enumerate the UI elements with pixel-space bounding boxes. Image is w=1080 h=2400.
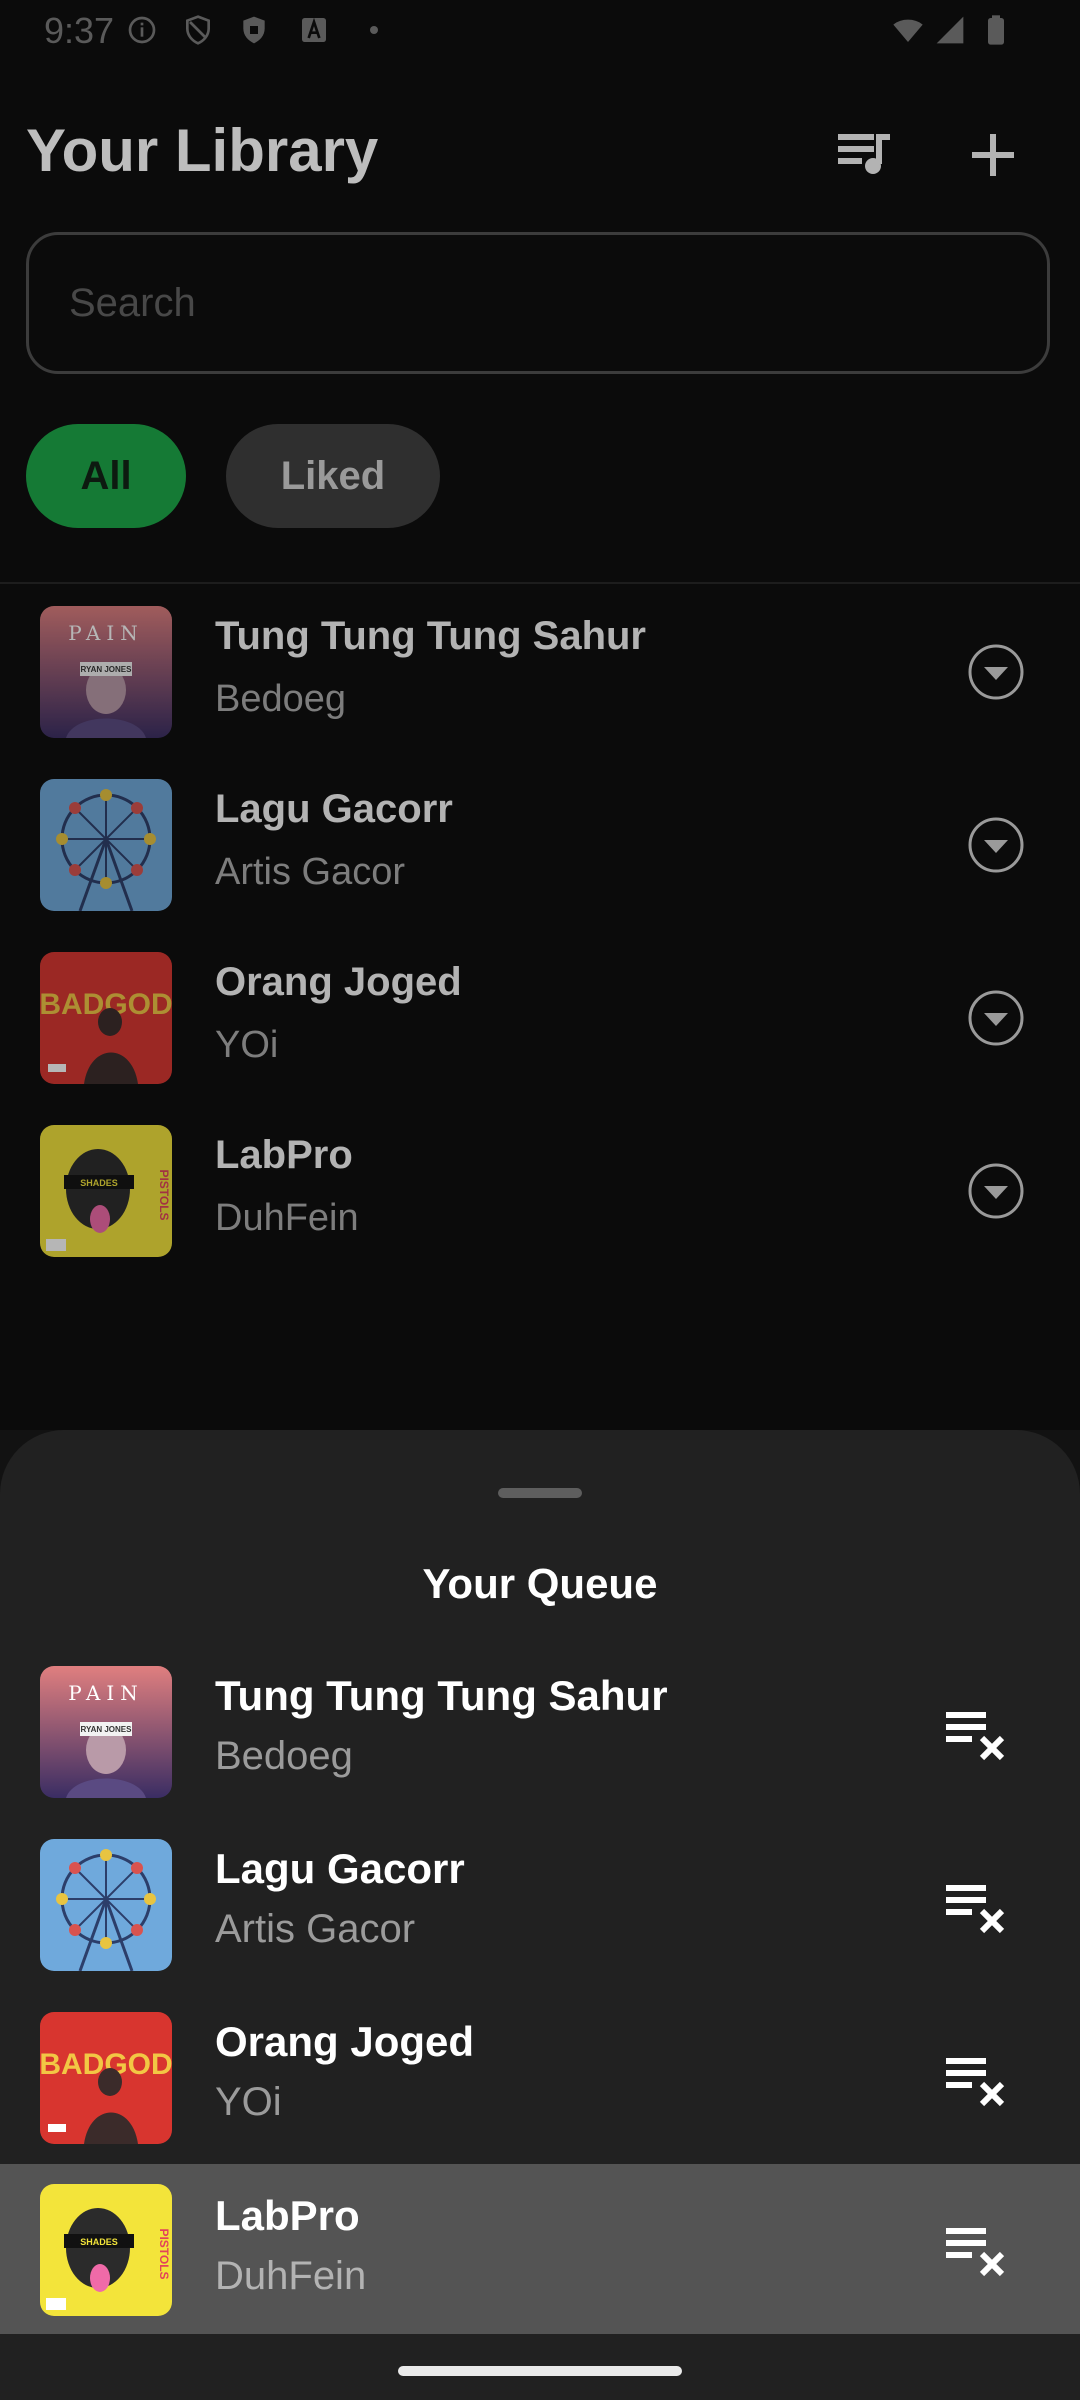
song-artist: Artis Gacor [215, 1907, 416, 1951]
chevron-down-icon[interactable] [966, 988, 1026, 1048]
queue-music-icon[interactable] [832, 122, 898, 188]
svg-text:RYAN JONES: RYAN JONES [81, 665, 133, 674]
svg-text:SHADES: SHADES [80, 1178, 118, 1188]
plus-icon[interactable] [960, 122, 1026, 188]
svg-text:SHADES: SHADES [80, 2237, 118, 2247]
shield-filled-icon [238, 14, 270, 46]
album-art [40, 1839, 172, 1971]
song-artist: Bedoeg [215, 678, 347, 720]
album-art: SHADES PISTOLS [40, 2184, 172, 2316]
info-icon [126, 14, 158, 46]
song-artist: YOi [215, 2080, 282, 2124]
song-artist: DuhFein [215, 1197, 359, 1239]
song-title: Lagu Gacorr [215, 1845, 465, 1892]
page-title: Your Library [26, 117, 379, 184]
library-item[interactable]: SHADES PISTOLS LabPro DuhFein [0, 1101, 1080, 1257]
song-artist: YOi [215, 1024, 279, 1066]
song-title: Orang Joged [215, 960, 462, 1004]
album-art [40, 779, 172, 911]
library-item[interactable]: Lagu Gacorr Artis Gacor [0, 755, 1080, 911]
remove-from-queue-icon[interactable] [938, 1867, 1018, 1947]
svg-text:PAIN: PAIN [68, 1681, 143, 1705]
queue-item-current[interactable]: SHADES PISTOLS LabPro DuhFein [0, 2164, 1080, 2334]
song-title: Orang Joged [215, 2018, 475, 2065]
search-input[interactable] [26, 232, 1050, 374]
chevron-down-icon[interactable] [966, 1161, 1026, 1221]
wifi-icon [892, 14, 924, 46]
song-artist: Artis Gacor [215, 851, 406, 893]
album-art: PAIN RYAN JONES [40, 606, 172, 738]
home-gesture-handle[interactable] [398, 2366, 682, 2376]
chevron-down-icon[interactable] [966, 815, 1026, 875]
status-time: 9:37 [44, 10, 115, 51]
font-icon [298, 14, 330, 46]
remove-from-queue-icon[interactable] [938, 2040, 1018, 2120]
album-art: SHADES PISTOLS [40, 1125, 172, 1257]
song-title: LabPro [215, 1133, 353, 1177]
album-art: BADGOD [40, 952, 172, 1084]
song-title: LabPro [215, 2192, 360, 2239]
battery-icon [980, 14, 1012, 46]
dot-icon [358, 14, 390, 46]
album-art: BADGOD [40, 2012, 172, 2144]
svg-text:RYAN JONES: RYAN JONES [81, 1725, 133, 1734]
remove-from-queue-icon[interactable] [938, 1694, 1018, 1774]
filter-chip-liked[interactable]: Liked [226, 424, 440, 528]
song-title: Tung Tung Tung Sahur [215, 1672, 668, 1719]
chevron-down-icon[interactable] [966, 642, 1026, 702]
svg-text:PAIN: PAIN [68, 621, 143, 645]
svg-text:PISTOLS: PISTOLS [157, 1169, 171, 1220]
remove-from-queue-icon[interactable] [938, 2210, 1018, 2290]
album-art: PAIN RYAN JONES [40, 1666, 172, 1798]
library-item[interactable]: BADGOD Orang Joged YOi [0, 928, 1080, 1084]
song-title: Tung Tung Tung Sahur [215, 614, 646, 658]
shield-icon [182, 14, 214, 46]
queue-title: Your Queue [422, 1560, 658, 1607]
svg-text:PISTOLS: PISTOLS [157, 2228, 171, 2279]
song-artist: Bedoeg [215, 1734, 353, 1778]
status-bar: 9:37 [0, 0, 1080, 62]
drag-handle[interactable] [498, 1488, 582, 1498]
signal-icon [934, 14, 966, 46]
library-item[interactable]: PAIN RYAN JONES Tung Tung Tung Sahur Bed… [0, 582, 1080, 738]
song-title: Lagu Gacorr [215, 787, 453, 831]
queue-item[interactable]: BADGOD Orang Joged YOi [0, 1988, 1080, 2161]
queue-item[interactable]: PAIN RYAN JONES Tung Tung Tung Sahur Bed… [0, 1642, 1080, 1815]
song-artist: DuhFein [215, 2254, 367, 2298]
queue-item[interactable]: Lagu Gacorr Artis Gacor [0, 1815, 1080, 1988]
filter-chip-all[interactable]: All [26, 424, 186, 528]
